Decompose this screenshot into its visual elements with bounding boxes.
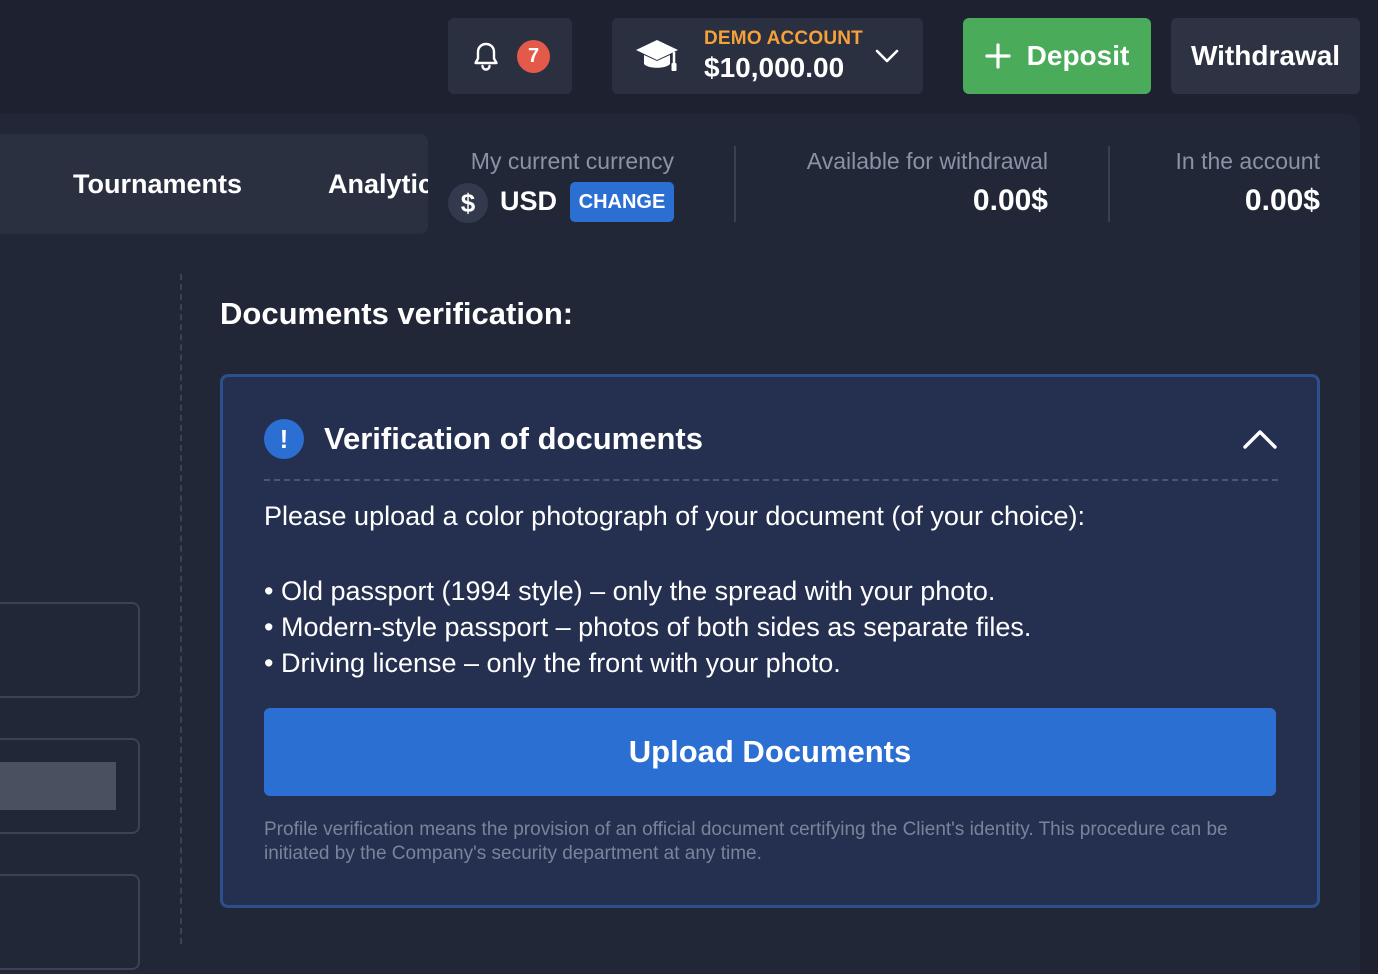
- account-balance: $10,000.00: [704, 52, 845, 83]
- tab-tournaments[interactable]: Tournaments: [73, 134, 242, 234]
- available-for-withdrawal: Available for withdrawal 0.00$: [760, 146, 1048, 226]
- section-title: Documents verification:: [220, 296, 574, 331]
- chevron-up-icon[interactable]: [1242, 425, 1278, 453]
- exclamation-icon: !: [264, 419, 304, 459]
- verification-card-title: Verification of documents: [324, 421, 703, 456]
- graduation-cap-icon: [636, 40, 678, 71]
- deposit-button[interactable]: Deposit: [963, 18, 1151, 94]
- currency-code: USD: [500, 186, 558, 216]
- notifications-button[interactable]: 7: [448, 18, 572, 94]
- chevron-down-icon[interactable]: [874, 46, 900, 66]
- withdrawal-button[interactable]: Withdrawal: [1171, 18, 1360, 94]
- verification-card-header[interactable]: ! Verification of documents: [264, 413, 1278, 481]
- verification-intro: Please upload a color photograph of your…: [264, 501, 1085, 531]
- sidebar-field[interactable]: [0, 874, 140, 970]
- bell-icon: [474, 42, 498, 71]
- sidebar-field[interactable]: [0, 602, 140, 698]
- verification-card: ! Verification of documents Please uploa…: [220, 374, 1320, 908]
- change-currency-button[interactable]: CHANGE: [570, 182, 674, 222]
- in-the-account: In the account 0.00$: [1130, 146, 1321, 226]
- upload-documents-button[interactable]: Upload Documents: [264, 708, 1276, 796]
- account-selector[interactable]: DEMO ACCOUNT $10,000.00: [612, 18, 923, 94]
- dollar-icon: $: [448, 183, 488, 223]
- list-item: • Old passport (1994 style) – only the s…: [264, 576, 996, 606]
- list-item: • Modern-style passport – photos of both…: [264, 612, 1032, 642]
- deposit-label: Deposit: [1026, 40, 1130, 71]
- document-options-list: • Old passport (1994 style) – only the s…: [264, 573, 1031, 681]
- top-bar: 7 DEMO ACCOUNT $10,000.00 Deposit Withdr…: [0, 0, 1378, 114]
- currency-label: My current currency: [470, 148, 674, 174]
- notification-count-badge: 7: [517, 40, 550, 73]
- account-amount-value: 0.00$: [1244, 184, 1320, 217]
- account-amount-label: In the account: [1175, 148, 1321, 174]
- sidebar-divider: [180, 274, 182, 944]
- divider: [1108, 146, 1110, 222]
- account-type-label: DEMO ACCOUNT: [704, 28, 863, 49]
- available-label: Available for withdrawal: [806, 148, 1048, 174]
- divider: [734, 146, 736, 222]
- sidebar-field-fill: [0, 762, 116, 810]
- tab-analytics[interactable]: Analytic: [328, 134, 428, 234]
- verification-note: Profile verification means the provision…: [264, 819, 1228, 864]
- plus-icon: [985, 43, 1011, 69]
- tabs-strip: Tournaments Analytic: [0, 134, 428, 234]
- currency-block: My current currency $ USD CHANGE: [448, 146, 674, 226]
- list-item: • Driving license – only the front with …: [264, 648, 841, 678]
- available-value: 0.00$: [972, 184, 1048, 217]
